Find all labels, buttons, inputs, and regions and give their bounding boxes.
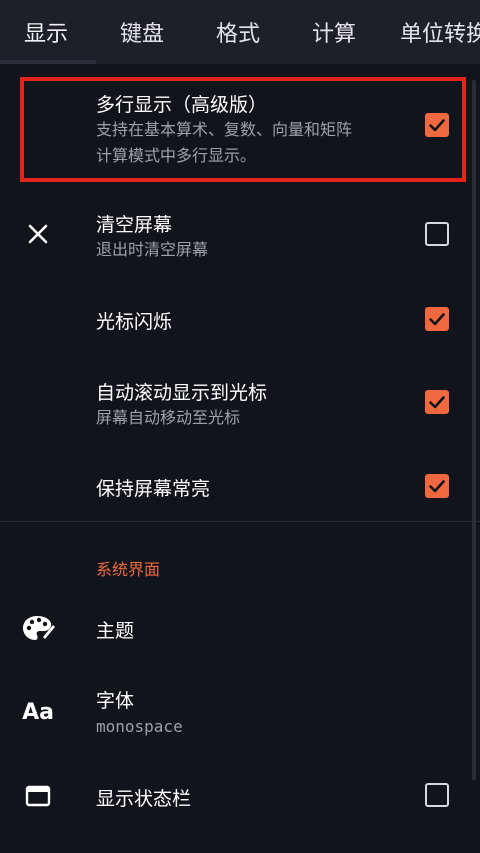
highlight-box: [20, 77, 466, 182]
setting-font[interactable]: Aa 字体 monospace: [0, 676, 480, 746]
setting-theme[interactable]: 主题: [0, 600, 480, 656]
setting-title: 显示状态栏: [96, 788, 192, 810]
tab-display[interactable]: 显示: [24, 0, 68, 64]
tab-bar: 显示 键盘 格式 计算 单位转换: [0, 0, 480, 64]
show-status-bar-checkbox[interactable]: [425, 783, 449, 807]
setting-keep-screen-on[interactable]: 保持屏幕常亮: [0, 456, 480, 516]
tab-calculation[interactable]: 计算: [312, 0, 356, 64]
palette-icon: [20, 610, 56, 646]
tab-keyboard[interactable]: 键盘: [120, 0, 164, 64]
setting-clear-screen[interactable]: 清空屏幕 退出时清空屏幕: [0, 196, 480, 272]
section-divider: [0, 521, 480, 522]
setting-cursor-blink[interactable]: 光标闪烁: [0, 290, 480, 350]
close-icon: [20, 216, 56, 252]
active-tab-indicator: [0, 60, 96, 64]
setting-title: 自动滚动显示到光标: [96, 382, 268, 404]
keep-screen-on-checkbox[interactable]: [425, 474, 449, 498]
setting-summary: monospace: [96, 717, 183, 736]
section-header-system-ui: 系统界面: [96, 560, 161, 579]
clear-screen-checkbox[interactable]: [425, 222, 449, 246]
check-icon: [429, 313, 445, 326]
window-icon: [20, 778, 56, 814]
setting-summary: 屏幕自动移动至光标: [96, 408, 241, 427]
setting-title: 清空屏幕: [96, 214, 173, 236]
setting-show-status-bar[interactable]: 显示状态栏: [0, 766, 480, 826]
setting-title: 保持屏幕常亮: [96, 478, 211, 500]
setting-title: 主题: [96, 620, 135, 642]
setting-title: 字体: [96, 690, 135, 712]
setting-auto-scroll[interactable]: 自动滚动显示到光标 屏幕自动移动至光标: [0, 362, 480, 442]
check-icon: [429, 396, 445, 409]
tab-unit-conversion[interactable]: 单位转换: [400, 0, 480, 64]
font-icon: Aa: [22, 699, 54, 725]
tab-format[interactable]: 格式: [216, 0, 260, 64]
check-icon: [429, 480, 445, 493]
setting-summary: 退出时清空屏幕: [96, 240, 209, 259]
cursor-blink-checkbox[interactable]: [425, 307, 449, 331]
scrollbar[interactable]: [472, 80, 476, 780]
setting-title: 光标闪烁: [96, 311, 173, 333]
auto-scroll-checkbox[interactable]: [425, 390, 449, 414]
